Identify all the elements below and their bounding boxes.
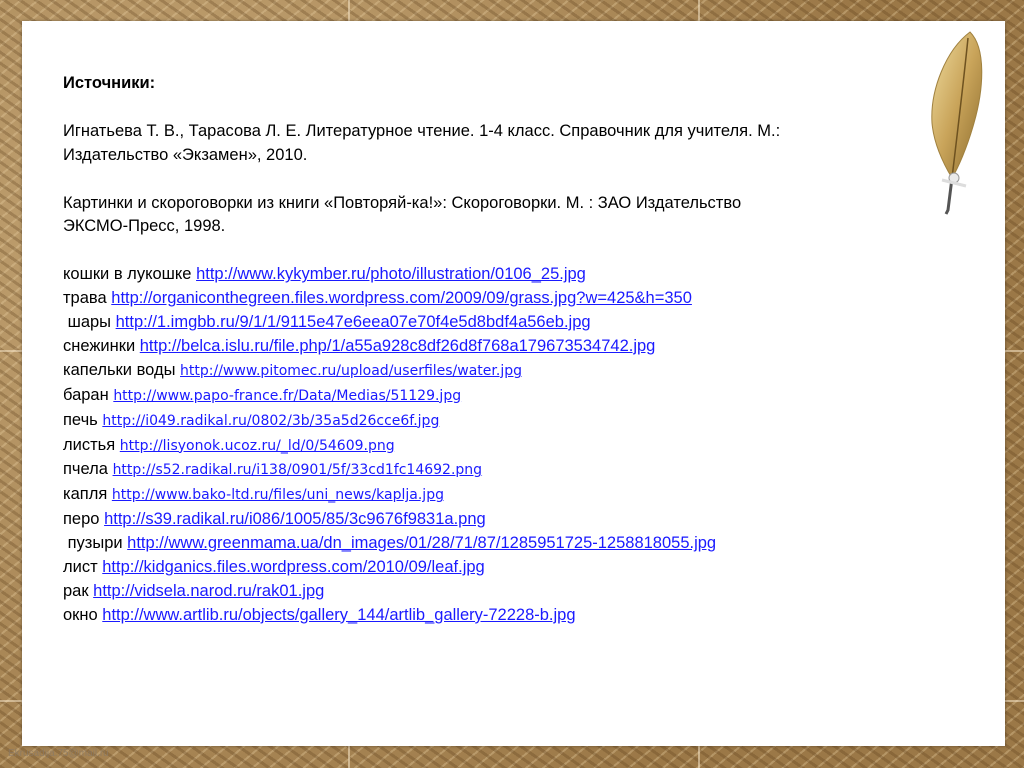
reference-1-line-2: Издательство «Экзамен», 2010. [63,145,308,164]
source-link[interactable]: http://vidsela.narod.ru/rak01.jpg [93,582,324,600]
slide-title: Источники: [63,74,156,92]
reference-2-line-2: ЭКСМО-Пресс, 1998. [63,217,226,236]
source-item: снежинки http://belca.islu.ru/file.php/1… [63,335,943,359]
source-item: капля http://www.bako-ltd.ru/files/uni_n… [63,483,943,508]
source-item: трава http://organiconthegreen.files.wor… [63,287,943,311]
source-link[interactable]: http://www.bako-ltd.ru/files/uni_news/ka… [112,487,444,503]
source-item: пчела http://s52.radikal.ru/i138/0901/5f… [63,458,943,483]
source-label: капля [63,485,112,504]
source-item: кошки в лукошке http://www.kykymber.ru/p… [63,263,943,287]
source-label: пузыри [63,534,128,553]
source-link[interactable]: http://www.papo-france.fr/Data/Medias/51… [113,388,461,404]
source-label: лист [63,558,103,577]
source-link[interactable]: http://1.imgbb.ru/9/1/1/9115e47e6eea07e7… [116,313,591,331]
source-link[interactable]: http://kidganics.files.wordpress.com/201… [102,558,484,576]
source-label: баран [63,385,114,404]
source-label: рак [63,581,94,600]
source-item: пузыри http://www.greenmama.ua/dn_images… [63,532,943,556]
source-link[interactable]: http://i049.radikal.ru/0802/3b/35a5d26cc… [102,413,439,429]
source-item: рак http://vidsela.narod.ru/rak01.jpg [63,580,943,604]
source-item: шары http://1.imgbb.ru/9/1/1/9115e47e6ee… [63,311,943,335]
source-label: листья [63,435,120,454]
source-item: листья http://lisyonok.ucoz.ru/_ld/0/546… [63,434,943,459]
reference-2-line-1: Картинки и скороговорки из книги «Повтор… [63,193,742,212]
source-label: пчела [63,460,113,479]
source-item: лист http://kidganics.files.wordpress.co… [63,556,943,580]
sources-content: Источники: Игнатьева Т. В., Тарасова Л. … [63,72,943,628]
source-label: трава [63,289,112,308]
reference-1-line-1: Игнатьева Т. В., Тарасова Л. Е. Литерату… [63,121,781,140]
source-item: перо http://s39.radikal.ru/i086/1005/85/… [63,508,943,532]
source-item: окно http://www.artlib.ru/objects/galler… [63,604,943,628]
feather-quill-icon [931,31,983,215]
source-label: шары [63,313,116,332]
source-link[interactable]: http://organiconthegreen.files.wordpress… [111,289,692,307]
source-link[interactable]: http://s52.radikal.ru/i138/0901/5f/33cd1… [113,462,482,478]
source-label: перо [63,510,105,529]
source-link[interactable]: http://www.kykymber.ru/photo/illustratio… [196,265,586,283]
source-item: баран http://www.papo-france.fr/Data/Med… [63,384,943,409]
source-link[interactable]: http://www.pitomec.ru/upload/userfiles/w… [180,363,522,379]
source-label: печь [63,410,103,429]
source-label: капельки воды [63,360,181,379]
source-link[interactable]: http://belca.islu.ru/file.php/1/a55a928c… [140,337,656,355]
source-link[interactable]: http://www.artlib.ru/objects/gallery_144… [102,606,575,624]
source-link[interactable]: http://www.greenmama.ua/dn_images/01/28/… [127,534,716,552]
source-label: окно [63,605,103,624]
source-label: кошки в лукошке [63,265,197,284]
source-item: капельки воды http://www.pitomec.ru/uplo… [63,359,943,384]
source-item: печь http://i049.radikal.ru/0802/3b/35a5… [63,409,943,434]
source-link[interactable]: http://lisyonok.ucoz.ru/_ld/0/54609.png [120,438,395,454]
source-label: снежинки [63,336,140,355]
watermark: Ekrusadija.75@mail.ru [8,748,109,759]
source-link[interactable]: http://s39.radikal.ru/i086/1005/85/3c967… [104,510,486,528]
